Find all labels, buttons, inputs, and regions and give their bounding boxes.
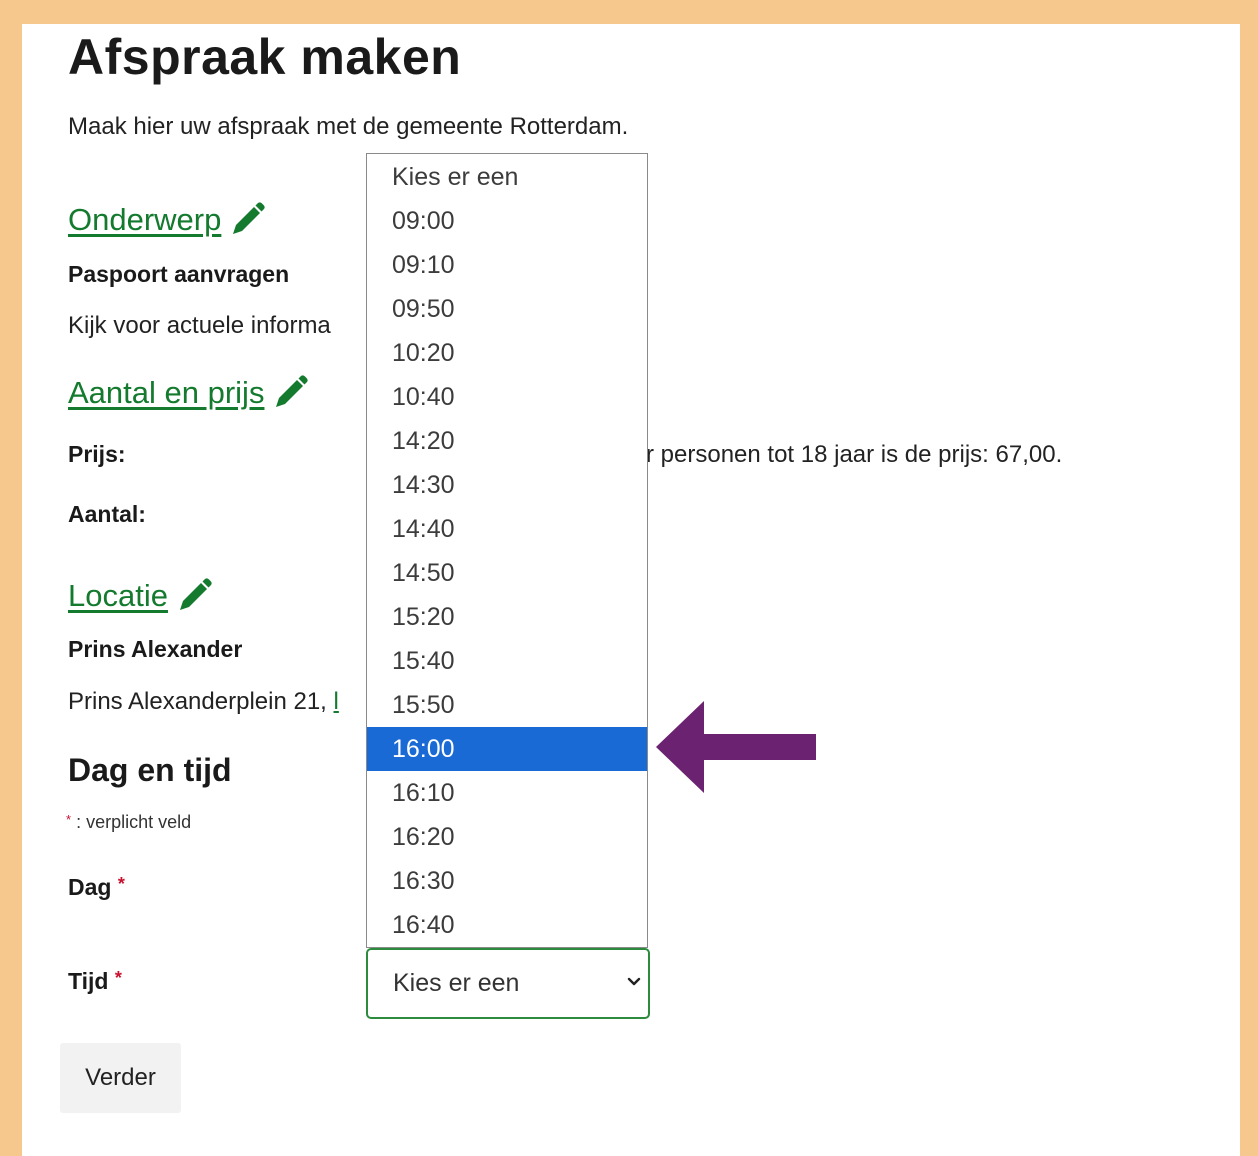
locatie-heading: Locatie — [68, 578, 168, 613]
pencil-icon — [233, 202, 266, 234]
pencil-icon — [179, 578, 212, 610]
time-option[interactable]: 16:30 — [367, 859, 647, 903]
dag-tijd-heading: Dag en tijd — [68, 752, 232, 788]
time-option[interactable]: 15:40 — [367, 639, 647, 683]
verder-button[interactable]: Verder — [60, 1043, 181, 1113]
time-option[interactable]: 14:30 — [367, 463, 647, 507]
chevron-down-icon — [627, 977, 641, 986]
intro-text: Maak hier uw afspraak met de gemeente Ro… — [68, 113, 629, 140]
address-link[interactable]: l — [334, 688, 339, 715]
page-title: Afspraak maken — [68, 29, 462, 85]
time-option[interactable]: 15:20 — [367, 595, 647, 639]
location-address: Prins Alexanderplein 21, l — [68, 688, 339, 716]
time-option[interactable]: Kies er een — [367, 154, 647, 199]
price-text: r personen tot 18 jaar is de prijs: 67,0… — [646, 441, 1063, 468]
time-label: Tijd * — [68, 968, 122, 995]
locatie-link[interactable]: Locatie — [68, 576, 214, 616]
onderwerp-heading: Onderwerp — [68, 202, 222, 237]
time-option-highlighted[interactable]: 16:00 — [367, 727, 647, 771]
time-option[interactable]: 09:00 — [367, 199, 647, 243]
time-option[interactable]: 09:10 — [367, 243, 647, 287]
time-label-text: Tijd — [68, 968, 109, 994]
onderwerp-info: Kijk voor actuele informa — [68, 312, 331, 339]
day-label-text: Dag — [68, 874, 112, 900]
time-select-value: Kies er een — [393, 969, 520, 997]
time-option[interactable]: 10:40 — [367, 375, 647, 419]
day-label: Dag * — [68, 874, 125, 901]
time-option[interactable]: 09:50 — [367, 287, 647, 331]
time-option[interactable]: 14:20 — [367, 419, 647, 463]
time-option[interactable]: 14:40 — [367, 507, 647, 551]
required-note: * : verplicht veld — [66, 812, 191, 833]
location-name: Prins Alexander — [68, 636, 243, 662]
arrow-left-icon — [656, 701, 816, 793]
time-option[interactable]: 14:50 — [367, 551, 647, 595]
onderwerp-link[interactable]: Onderwerp — [68, 200, 267, 240]
time-option[interactable]: 16:10 — [367, 771, 647, 815]
onderwerp-value: Paspoort aanvragen — [68, 261, 290, 287]
time-option[interactable]: 10:20 — [367, 331, 647, 375]
required-marker: * — [114, 968, 122, 988]
time-dropdown-list[interactable]: Kies er een 09:00 09:10 09:50 10:20 10:4… — [366, 153, 648, 948]
time-option[interactable]: 15:50 — [367, 683, 647, 727]
count-label: Aantal: — [68, 501, 146, 527]
price-label: Prijs: — [68, 441, 126, 467]
aantal-prijs-heading: Aantal en prijs — [68, 375, 265, 410]
address-text: Prins Alexanderplein 21, — [68, 688, 327, 715]
time-select[interactable]: Kies er een — [366, 948, 650, 1019]
time-option[interactable]: 16:20 — [367, 815, 647, 859]
required-marker: * — [117, 874, 125, 894]
required-note-text: : verplicht veld — [76, 812, 192, 832]
time-option[interactable]: 16:40 — [367, 903, 647, 947]
required-marker: * — [66, 812, 72, 827]
aantal-prijs-link[interactable]: Aantal en prijs — [68, 373, 310, 413]
pencil-icon — [276, 375, 309, 407]
